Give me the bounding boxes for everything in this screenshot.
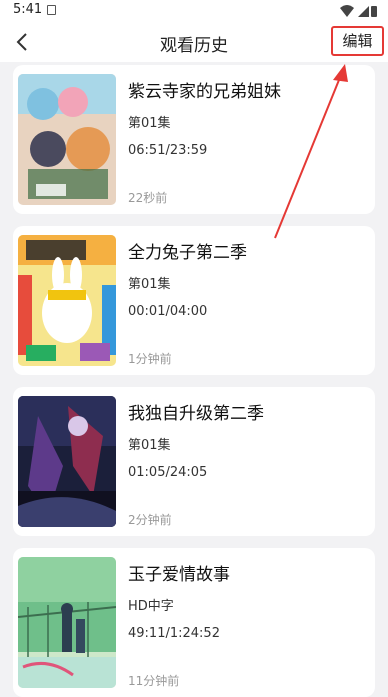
item-progress: 06:51/23:59 xyxy=(128,143,208,158)
item-title: 玉子爱情故事 xyxy=(128,565,230,585)
poster-thumbnail xyxy=(18,235,116,366)
item-time-ago: 22秒前 xyxy=(128,191,168,205)
history-item[interactable]: 玉子爱情故事 HD中字 49:11/1:24:52 11分钟前 xyxy=(13,548,375,697)
item-episode: HD中字 xyxy=(128,599,174,614)
page-title: 观看历史 xyxy=(160,36,228,56)
battery-icon xyxy=(371,6,377,17)
status-bar: 5:41 xyxy=(0,0,388,22)
history-item[interactable]: 我独自升级第二季 第01集 01:05/24:05 2分钟前 xyxy=(13,387,375,536)
item-time-ago: 1分钟前 xyxy=(128,352,172,366)
edit-button[interactable]: 编辑 xyxy=(331,26,384,56)
item-title: 紫云寺家的兄弟姐妹 xyxy=(128,82,281,102)
history-item[interactable]: 全力兔子第二季 第01集 00:01/04:00 1分钟前 xyxy=(13,226,375,375)
item-episode: 第01集 xyxy=(128,277,171,292)
status-time: 5:41 xyxy=(13,2,43,17)
item-progress: 00:01/04:00 xyxy=(128,304,208,319)
item-time-ago: 2分钟前 xyxy=(128,513,172,527)
signal-icon xyxy=(358,6,369,17)
notification-icon xyxy=(47,5,56,15)
status-icons xyxy=(340,5,377,17)
item-episode: 第01集 xyxy=(128,116,171,131)
history-item[interactable]: 紫云寺家的兄弟姐妹 第01集 06:51/23:59 22秒前 xyxy=(13,65,375,214)
item-progress: 49:11/1:24:52 xyxy=(128,626,220,641)
item-title: 全力兔子第二季 xyxy=(128,243,247,263)
poster-thumbnail xyxy=(18,396,116,527)
poster-thumbnail xyxy=(18,74,116,205)
item-time-ago: 11分钟前 xyxy=(128,674,180,688)
item-episode: 第01集 xyxy=(128,438,171,453)
wifi-icon xyxy=(340,5,354,17)
poster-thumbnail xyxy=(18,557,116,688)
item-title: 我独自升级第二季 xyxy=(128,404,264,424)
nav-bar: 观看历史 编辑 xyxy=(0,22,388,62)
item-progress: 01:05/24:05 xyxy=(128,465,208,480)
